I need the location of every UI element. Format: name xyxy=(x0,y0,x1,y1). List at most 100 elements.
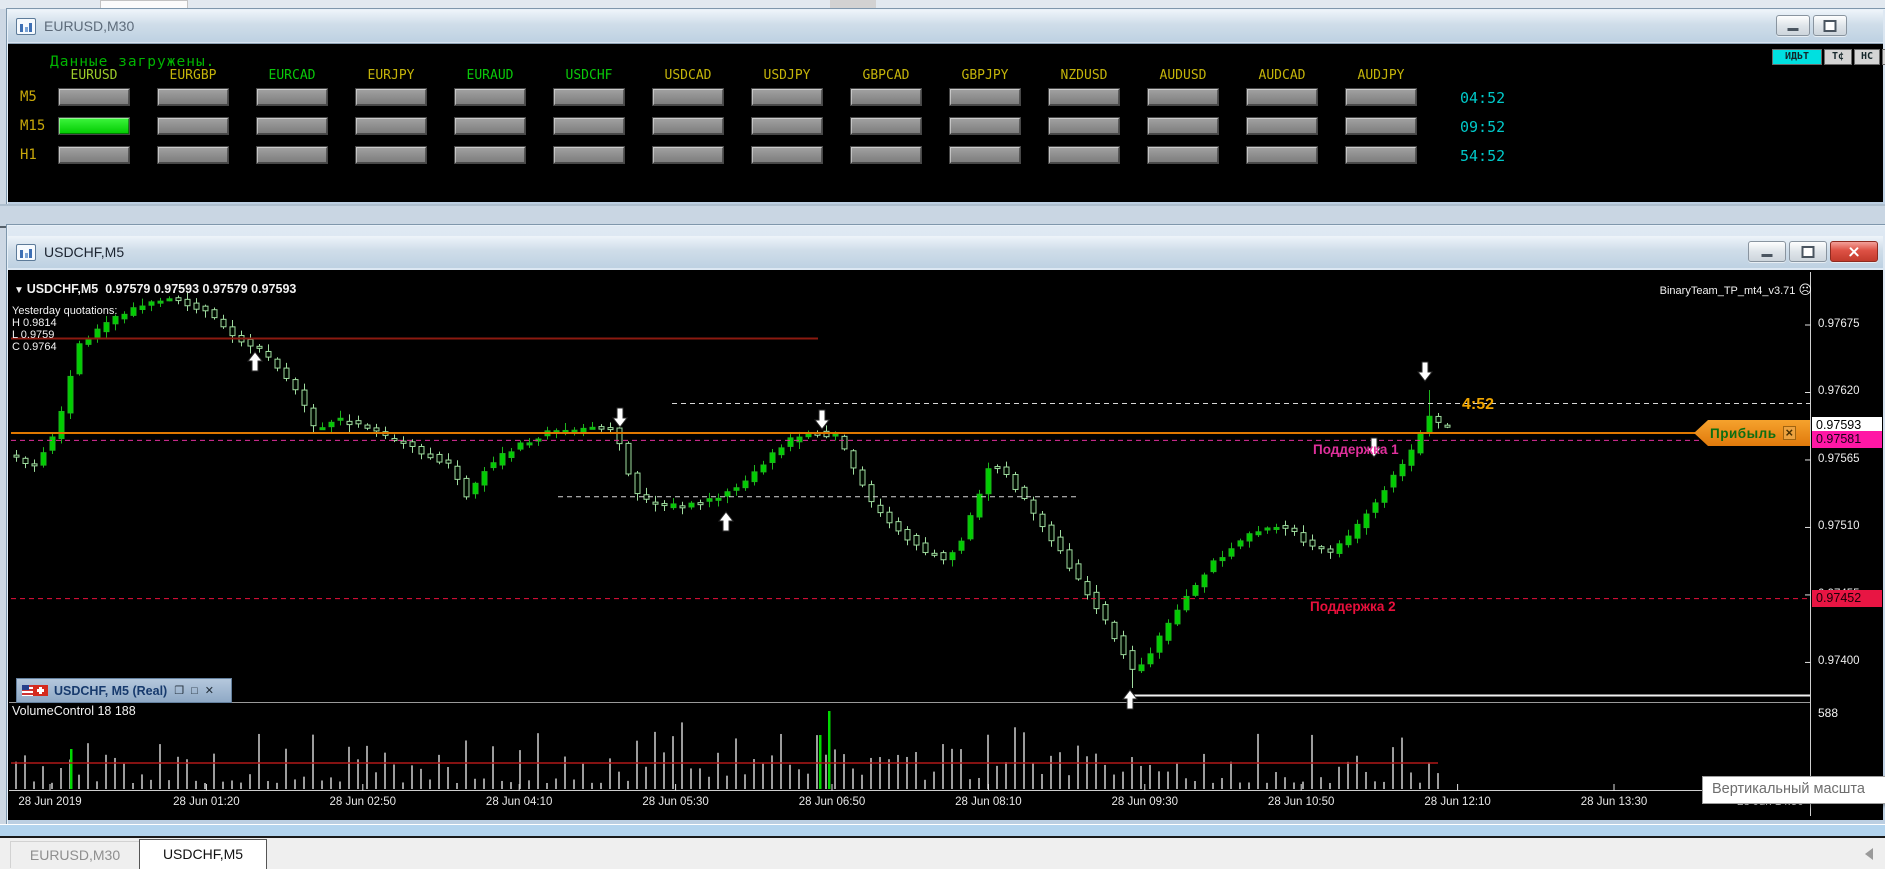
sad-face-icon: ☹ xyxy=(1798,282,1812,297)
indicator-badge-2[interactable]: НС xyxy=(1854,49,1880,65)
pair-label-eurgbp: EURGBP xyxy=(157,68,229,83)
minimize-button-top-window[interactable] xyxy=(1776,15,1810,36)
matrix-cell-usdcad-m5[interactable] xyxy=(652,88,724,106)
timeframe-row-label-h1: H1 xyxy=(20,147,37,163)
matrix-cell-audjpy-m5[interactable] xyxy=(1345,88,1417,106)
matrix-cell-audusd-m5[interactable] xyxy=(1147,88,1219,106)
dashboard-layer: Данные загружены. EURUSDEURGBPEURCADEURJ… xyxy=(8,43,1883,201)
matrix-cell-usdcad-h1[interactable] xyxy=(652,146,724,164)
tab-eurusd-m30[interactable]: EURUSD,M30 xyxy=(10,841,140,868)
countdown-m5: 04:52 xyxy=(1460,89,1505,107)
chart-shortcut-bar[interactable]: USDCHF, M5 (Real) ❐ □ ✕ xyxy=(16,678,232,703)
matrix-cell-usdchf-h1[interactable] xyxy=(553,146,625,164)
yesterday-low: L 0.9759 xyxy=(12,329,54,341)
matrix-cell-eurgbp-m5[interactable] xyxy=(157,88,229,106)
minimize-button-main-window[interactable] xyxy=(1748,241,1786,262)
volume-axis-max: 588 xyxy=(1818,707,1838,719)
profit-tag[interactable]: Прибыль × xyxy=(1694,420,1810,446)
matrix-cell-eurcad-m5[interactable] xyxy=(256,88,328,106)
matrix-cell-audusd-h1[interactable] xyxy=(1147,146,1219,164)
matrix-cell-eurcad-m15[interactable] xyxy=(256,117,328,135)
shortcut-maximize-icon[interactable]: □ xyxy=(191,685,198,697)
matrix-cell-nzdusd-m5[interactable] xyxy=(1048,88,1120,106)
matrix-cell-nzdusd-h1[interactable] xyxy=(1048,146,1120,164)
pair-label-eurcad: EURCAD xyxy=(256,68,328,83)
candle-timer: 4:52 xyxy=(1462,399,1494,411)
matrix-cell-gbpjpy-m5[interactable] xyxy=(949,88,1021,106)
volume-indicator-header: VolumeControl 18 188 xyxy=(12,705,136,717)
matrix-cell-euraud-h1[interactable] xyxy=(454,146,526,164)
indicator-badge-1[interactable]: Т¢ xyxy=(1824,49,1852,65)
chart-panel[interactable] xyxy=(8,270,1883,820)
matrix-cell-gbpcad-h1[interactable] xyxy=(850,146,922,164)
tab-usdchf-m5[interactable]: USDCHF,M5 xyxy=(139,839,267,869)
matrix-cell-usdchf-m5[interactable] xyxy=(553,88,625,106)
pair-label-audcad: AUDCAD xyxy=(1246,68,1318,83)
pair-label-eurusd: EURUSD xyxy=(58,68,130,83)
matrix-cell-audcad-h1[interactable] xyxy=(1246,146,1318,164)
matrix-cell-audcad-m5[interactable] xyxy=(1246,88,1318,106)
pair-label-nzdusd: NZDUSD xyxy=(1048,68,1120,83)
matrix-cell-gbpcad-m15[interactable] xyxy=(850,117,922,135)
matrix-cell-eurjpy-m15[interactable] xyxy=(355,117,427,135)
mt4-workspace: { "top_window": { "title": "EURUSD,M30",… xyxy=(0,0,1885,869)
matrix-cell-eurusd-m5[interactable] xyxy=(58,88,130,106)
pair-label-usdchf: USDCHF xyxy=(553,68,625,83)
shortcut-close-icon[interactable]: ✕ xyxy=(205,684,214,697)
matrix-cell-eurusd-m15[interactable] xyxy=(58,117,130,135)
tooltip-vertical-scale: Вертикальный масшта xyxy=(1702,776,1885,804)
pair-label-euraud: EURAUD xyxy=(454,68,526,83)
profit-tag-close-icon[interactable]: × xyxy=(1783,426,1797,440)
matrix-cell-eurjpy-h1[interactable] xyxy=(355,146,427,164)
matrix-cell-eurusd-h1[interactable] xyxy=(58,146,130,164)
chart-window-icon xyxy=(16,18,36,35)
matrix-cell-usdjpy-h1[interactable] xyxy=(751,146,823,164)
profit-tag-label: Прибыль xyxy=(1710,426,1777,441)
matrix-cell-audjpy-m15[interactable] xyxy=(1345,117,1417,135)
titlebar-eurusd-m30[interactable]: EURUSD,M30 xyxy=(8,10,1883,42)
matrix-cell-gbpjpy-m15[interactable] xyxy=(949,117,1021,135)
chart-shortcut-label: USDCHF, M5 (Real) xyxy=(54,684,167,698)
toolbar-remnant-right xyxy=(830,0,876,8)
matrix-cell-gbpcad-m5[interactable] xyxy=(850,88,922,106)
close-button-main-window[interactable] xyxy=(1830,241,1878,262)
chart-header: ▼ USDCHF,M5 0.97579 0.97593 0.97579 0.97… xyxy=(14,283,296,297)
restore-button-main-window[interactable] xyxy=(1789,241,1827,262)
tab-scroll-left-icon[interactable] xyxy=(1865,848,1873,860)
restore-button-top-window[interactable] xyxy=(1813,15,1847,36)
window-title-usdchf: USDCHF,M5 xyxy=(44,244,124,260)
matrix-cell-eurcad-h1[interactable] xyxy=(256,146,328,164)
shortcut-restore-icon[interactable]: ❐ xyxy=(174,684,184,697)
matrix-cell-audusd-m15[interactable] xyxy=(1147,117,1219,135)
yesterday-quotations-label: Yesterday quotations: xyxy=(12,305,117,317)
chart-tab-bar: EURUSD,M30 USDCHF,M5 xyxy=(0,838,1885,869)
matrix-cell-eurgbp-m15[interactable] xyxy=(157,117,229,135)
support1-label: Поддержка 1 xyxy=(1313,444,1399,456)
matrix-cell-usdcad-m15[interactable] xyxy=(652,117,724,135)
matrix-cell-usdjpy-m5[interactable] xyxy=(751,88,823,106)
matrix-cell-gbpjpy-h1[interactable] xyxy=(949,146,1021,164)
matrix-cell-euraud-m5[interactable] xyxy=(454,88,526,106)
timeframe-row-label-m15: M15 xyxy=(20,118,45,134)
matrix-cell-usdchf-m15[interactable] xyxy=(553,117,625,135)
timeframe-row-label-m5: M5 xyxy=(20,89,37,105)
matrix-cell-eurgbp-h1[interactable] xyxy=(157,146,229,164)
titlebar-usdchf-m5[interactable]: USDCHF,M5 xyxy=(8,236,1883,268)
pair-label-eurjpy: EURJPY xyxy=(355,68,427,83)
matrix-cell-euraud-m15[interactable] xyxy=(454,117,526,135)
collapse-triangle-icon[interactable]: ▼ xyxy=(14,285,27,296)
matrix-cell-eurjpy-m5[interactable] xyxy=(355,88,427,106)
yesterday-high: H 0.9814 xyxy=(12,317,57,329)
matrix-cell-nzdusd-m15[interactable] xyxy=(1048,117,1120,135)
matrix-cell-audjpy-h1[interactable] xyxy=(1345,146,1417,164)
chf-flag-icon xyxy=(33,685,48,696)
support2-label: Поддержка 2 xyxy=(1310,601,1396,613)
pair-label-usdcad: USDCAD xyxy=(652,68,724,83)
matrix-cell-usdjpy-m15[interactable] xyxy=(751,117,823,135)
pair-label-gbpjpy: GBPJPY xyxy=(949,68,1021,83)
indicator-badge-0[interactable]: ИДЬТ xyxy=(1772,49,1822,65)
window-title-eurusd: EURUSD,M30 xyxy=(44,18,134,34)
countdown-h1: 54:52 xyxy=(1460,147,1505,165)
pair-label-gbpcad: GBPCAD xyxy=(850,68,922,83)
matrix-cell-audcad-m15[interactable] xyxy=(1246,117,1318,135)
